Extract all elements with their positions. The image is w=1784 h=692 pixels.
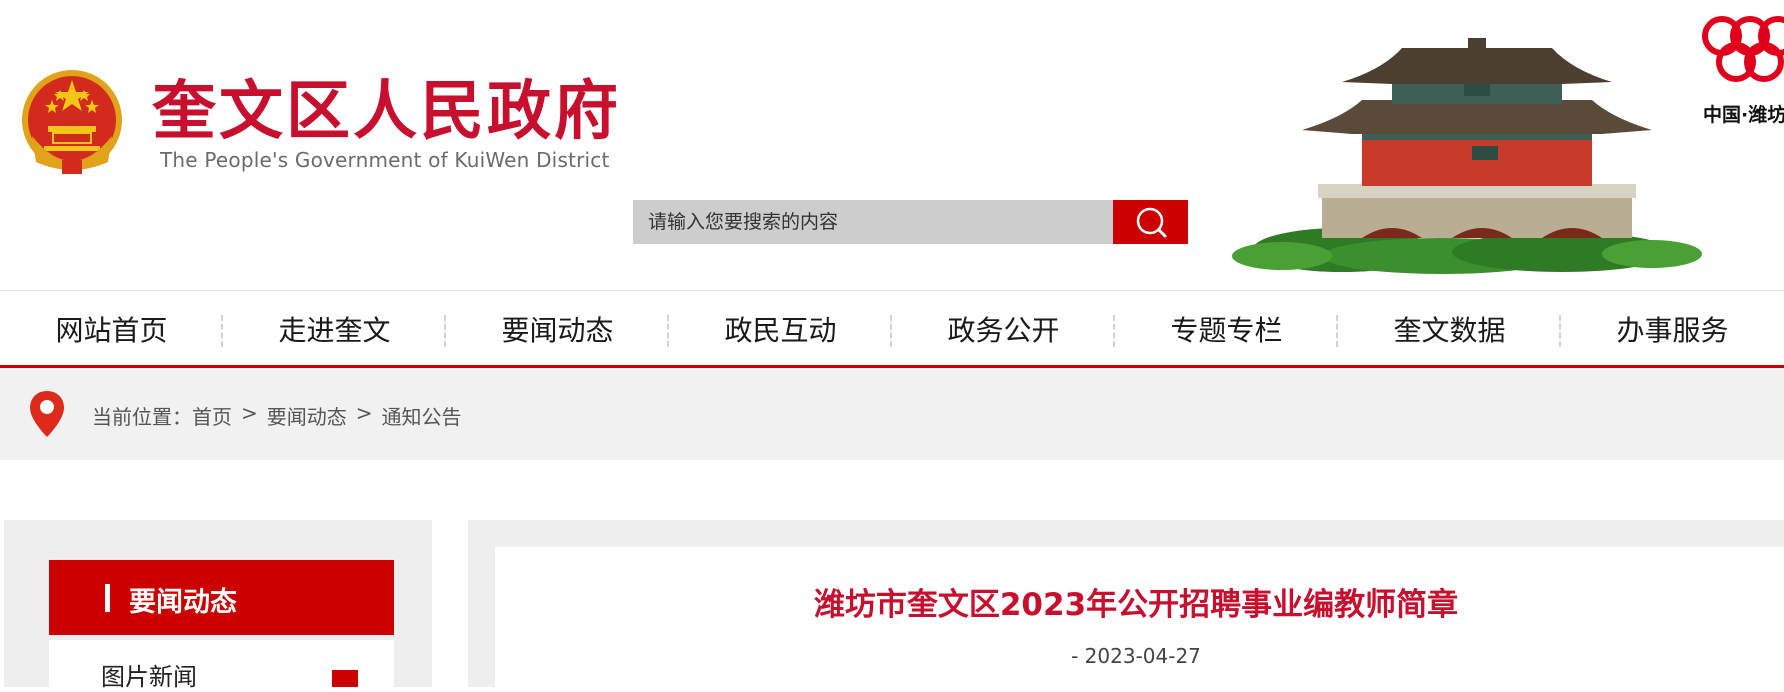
search-button[interactable]: [1113, 200, 1188, 244]
sidebar-item-photo-news[interactable]: 图片新闻: [49, 640, 394, 691]
content-area: 潍坊市奎文区2023年公开招聘事业编教师简章 - 2023-04-27: [468, 520, 1784, 687]
sidebar-header: 要闻动态: [49, 560, 394, 635]
sidebar: 要闻动态 图片新闻: [4, 520, 432, 691]
sidebar-header-marker: [105, 584, 110, 612]
search-input[interactable]: [633, 200, 1113, 244]
nav-item-home[interactable]: 网站首页: [0, 291, 223, 366]
site-title: 奎文区人民政府: [152, 75, 621, 149]
site-subtitle: The People's Government of KuiWen Distri…: [160, 148, 610, 172]
main-nav: 网站首页 走进奎文 要闻动态 政民互动 政务公开 专题专栏 奎文数据 办事服务: [0, 290, 1784, 368]
nav-item-data[interactable]: 奎文数据: [1338, 291, 1561, 366]
nav-item-services[interactable]: 办事服务: [1561, 291, 1784, 366]
nav-item-disclosure[interactable]: 政务公开: [892, 291, 1115, 366]
breadcrumb: 当前位置： 首页 > 要闻动态 > 通知公告: [0, 368, 1784, 460]
kuiwen-pavilion-illustration: [1232, 38, 1702, 274]
sidebar-title: 要闻动态: [129, 587, 237, 618]
sidebar-item-marker: [332, 670, 358, 687]
breadcrumb-trail: 当前位置： 首页 > 要闻动态 > 通知公告: [92, 401, 462, 430]
article-panel: 潍坊市奎文区2023年公开招聘事业编教师简章 - 2023-04-27: [495, 547, 1784, 687]
nav-item-news[interactable]: 要闻动态: [446, 291, 669, 366]
national-emblem-icon: [22, 70, 122, 174]
breadcrumb-link-news[interactable]: 要闻动态: [267, 401, 347, 430]
article-date: - 2023-04-27: [1071, 644, 1201, 668]
nav-item-interaction[interactable]: 政民互动: [669, 291, 892, 366]
breadcrumb-separator: >: [355, 401, 373, 425]
search-icon: [1136, 207, 1167, 238]
nav-item-about[interactable]: 走进奎文: [223, 291, 446, 366]
breadcrumb-prefix: 当前位置：: [92, 405, 192, 429]
breadcrumb-link-notices[interactable]: 通知公告: [382, 401, 462, 430]
site-header: 奎文区人民政府 The People's Government of KuiWe…: [0, 0, 1784, 290]
breadcrumb-link-home[interactable]: 首页: [192, 401, 232, 430]
weifang-logo-icon: [1702, 16, 1784, 82]
location-pin-icon: [30, 391, 64, 437]
nav-item-special-topics[interactable]: 专题专栏: [1115, 291, 1338, 366]
article-title: 潍坊市奎文区2023年公开招聘事业编教师简章: [813, 587, 1459, 623]
partner-logo-text: 中国·潍坊: [1703, 104, 1784, 126]
breadcrumb-separator: >: [241, 401, 258, 425]
